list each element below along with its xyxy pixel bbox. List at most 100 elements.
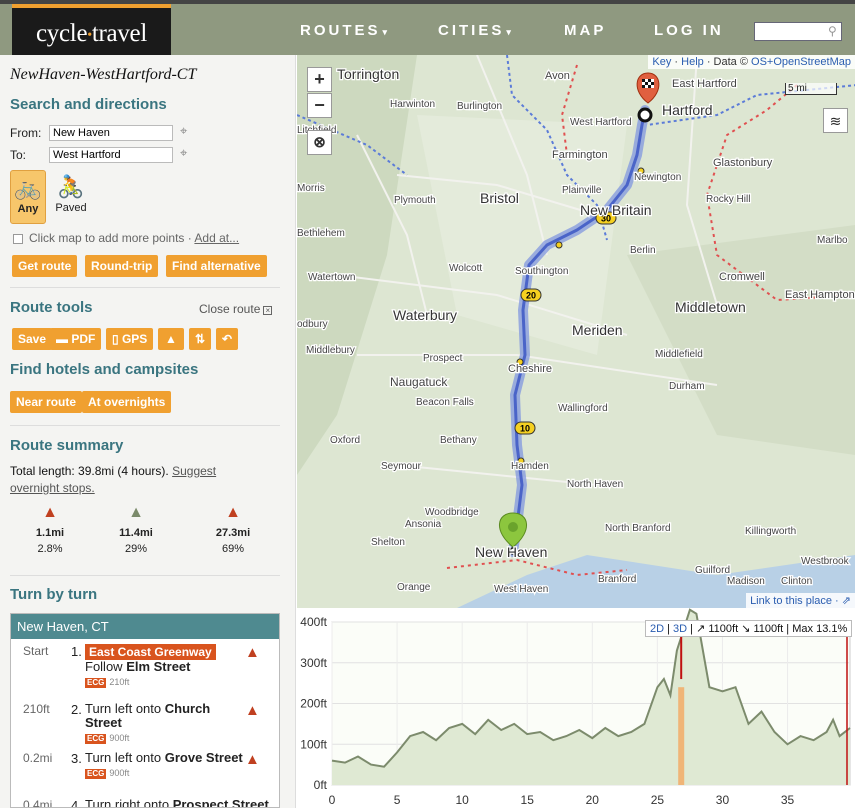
quiet-road-icon: ▲ (128, 504, 144, 521)
nav-map[interactable]: MAP (564, 22, 606, 39)
nav-routes[interactable]: ROUTES ▾ (300, 22, 387, 39)
road-percent: 69% (221, 543, 245, 555)
zoom-in-button[interactable]: + (307, 67, 332, 92)
road-distance: 1.1mi (35, 527, 65, 539)
nav-login[interactable]: LOG IN (654, 22, 724, 39)
elevation-controls: 2D | 3D | ↗ 1100ft ↘ 1100ft | Max 13.1% (645, 620, 853, 637)
search-icon[interactable]: ⚲ (828, 24, 837, 38)
road-shield-number: 20 (526, 291, 536, 301)
clear-route-icon[interactable]: ⊗ (307, 130, 332, 155)
pdf-label: PDF (71, 332, 96, 346)
town-label: Rocky Hill (706, 194, 750, 205)
town-label: Beacon Falls (416, 397, 474, 408)
town-label: North Haven (567, 479, 623, 490)
turn-row[interactable]: Start 1. East Coast Greenway Follow Elm … (11, 644, 279, 692)
get-route-button[interactable]: Get route (12, 255, 78, 277)
turn-distance: 210ft (23, 702, 50, 716)
town-label: Bethlehem (297, 228, 345, 239)
round-trip-button[interactable]: Round-trip (85, 255, 159, 277)
layers-icon[interactable]: ≋ (823, 108, 848, 133)
road-bicycle-icon: 🚴 (57, 174, 85, 199)
locate-from-icon[interactable]: ⌖ (180, 123, 187, 139)
key-link[interactable]: Key (652, 56, 671, 68)
x-tick-label: 10 (455, 793, 469, 807)
close-route-label: Close route (199, 302, 261, 316)
gps-button[interactable]: ▯ GPS (106, 328, 154, 350)
add-at-link[interactable]: Add at... (194, 231, 239, 245)
view-2d-button[interactable]: 2D (650, 623, 664, 635)
town-label: Morris (297, 183, 325, 194)
town-label: North Branford (605, 523, 671, 534)
add-points-checkbox[interactable] (13, 234, 23, 244)
town-label: Southington (515, 266, 568, 277)
reverse-route-button[interactable]: ⇅ (189, 328, 211, 350)
x-tick-label: 5 (394, 793, 401, 807)
undo-button[interactable]: ↶ (216, 328, 238, 350)
max-grade: Max 13.1% (792, 623, 848, 635)
town-label: East Hampton (785, 289, 855, 301)
nav-login-label: LOG IN (654, 22, 724, 39)
x-tick-label: 30 (716, 793, 730, 807)
town-label: Seymour (381, 461, 422, 472)
close-route-button[interactable]: Close route × (199, 302, 273, 316)
zoom-out-button[interactable]: − (307, 93, 332, 118)
start-marker-dot (508, 522, 518, 532)
town-label: Woodbridge (425, 507, 479, 518)
site-logo[interactable]: cycle•travel (12, 4, 171, 59)
from-field[interactable] (49, 125, 173, 141)
help-link[interactable]: Help (681, 56, 704, 68)
turn-distance: Start (23, 644, 49, 658)
street-name: Grove Street (164, 750, 243, 765)
map-attribution: Key · Help · Data © OS+OpenStreetMap (648, 55, 855, 69)
total-length: Total length: 39.8mi (4 hours). (10, 464, 173, 478)
save-button[interactable]: Save (12, 328, 53, 350)
find-alternative-button[interactable]: Find alternative (166, 255, 267, 277)
elevation-chart[interactable]: 400ft 300ft 200ft 100ft 0ft0 5 10 15 20 25 30 35 (297, 608, 855, 808)
town-label: Farmington (552, 149, 608, 161)
elevation-button[interactable]: ▲ (158, 328, 184, 350)
locate-to-icon[interactable]: ⌖ (180, 145, 187, 161)
gps-label: GPS (121, 332, 148, 346)
turn-row[interactable]: 0.4mi 4. Turn right onto Prospect Street (11, 798, 279, 808)
turn-text: Follow (85, 659, 127, 674)
nav-cities[interactable]: CITIES ▾ (438, 22, 511, 39)
x-tick-label: 15 (521, 793, 535, 807)
x-tick-label: 25 (651, 793, 665, 807)
bike-option-paved[interactable]: 🚴 Paved (53, 170, 89, 224)
view-3d-button[interactable]: 3D (673, 623, 687, 635)
road-type-stat: ▲ 27.3mi 69% (203, 503, 263, 555)
town-label: Middletown (675, 299, 746, 315)
street-name: Prospect Street (172, 797, 269, 808)
town-label: Ansonia (405, 519, 442, 530)
x-tick-label: 35 (781, 793, 795, 807)
total-descent: ↘ 1100ft (741, 623, 784, 635)
map-view[interactable]: 30 20 10 Torrington Avon East Hartford Hartfo… (297, 55, 855, 608)
bike-option-any[interactable]: 🚲 Any (10, 170, 46, 224)
route-end-point[interactable] (637, 107, 653, 123)
town-label: Plainville (562, 185, 602, 196)
link-to-place[interactable]: Link to this place · ⇗ (746, 593, 855, 608)
turn-row[interactable]: 210ft 2. Turn left onto Church Street EC… (11, 702, 279, 746)
osm-link[interactable]: OS+OpenStreetMap (751, 56, 851, 68)
chevron-down-icon: ▾ (382, 27, 388, 37)
y-tick-label: 300ft (300, 656, 327, 670)
near-route-button[interactable]: Near route (10, 391, 83, 413)
to-field[interactable] (49, 147, 173, 163)
road-shield-number: 10 (520, 424, 530, 434)
turn-number: 1. (71, 644, 82, 659)
turn-row[interactable]: 0.2mi 3. Turn left onto Grove Street ECG… (11, 751, 279, 795)
pdf-button[interactable]: ▬ PDF (50, 328, 102, 350)
ecg-badge: ECG (85, 734, 107, 744)
elevation-profile[interactable]: 400ft 300ft 200ft 100ft 0ft 0 5 10 15 20 25 30 35 2D… (297, 608, 855, 808)
town-label: Madison (727, 576, 765, 587)
town-label: Hartford (662, 102, 713, 118)
x-tick-label: 20 (586, 793, 600, 807)
ecg-badge: ECG (85, 769, 107, 779)
map-canvas[interactable]: 302010 Torrington AvonEast HartfordHartfo… (297, 55, 855, 608)
town-label: odbury (297, 319, 328, 330)
hotels-heading: Find hotels and campsites (10, 361, 199, 378)
segment-length: 900ft (109, 768, 130, 778)
street-name: Elm Street (126, 659, 191, 674)
cycle-path-icon: ▲ (225, 504, 241, 521)
at-overnights-button[interactable]: At overnights (82, 391, 172, 413)
